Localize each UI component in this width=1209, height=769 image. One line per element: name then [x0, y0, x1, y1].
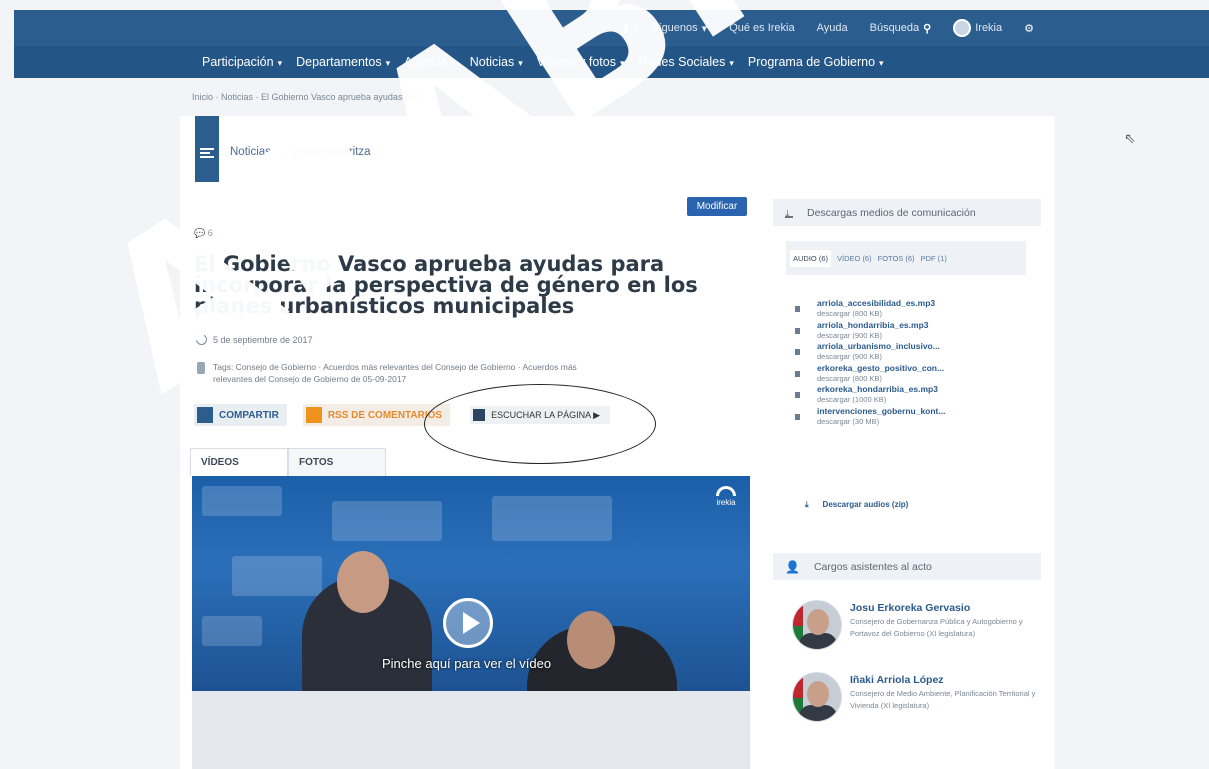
download-icon: ⤓	[805, 500, 809, 509]
tab-pdf[interactable]: PDF (1)	[921, 254, 947, 263]
list-item[interactable]: arriola_urbanismo_inclusivo... descargar …	[795, 341, 1025, 363]
downloads-header: ⤓ Descargas medios de comunicación	[773, 199, 1041, 226]
tags-text[interactable]: Tags: Consejo de Gobierno · Acuerdos más…	[200, 361, 600, 385]
nav-item-participacion[interactable]: Participación ▾	[202, 55, 282, 69]
main-navigation: Participación ▾ Departamentos ▾ Agenda ▾ No…	[14, 46, 1209, 78]
tab-video[interactable]: VÍDEO (6)	[837, 254, 872, 263]
attendee-name[interactable]: Iñaki Arriola López	[850, 674, 944, 686]
person-icon: 👤	[785, 559, 800, 574]
download-icon: ⤓	[785, 208, 793, 220]
tab-audio[interactable]: AUDIO (6)	[790, 249, 832, 267]
list-item[interactable]: arriola_accesibilidad_es.mp3 descargar (8…	[795, 298, 1025, 320]
date-text: 5 de septiembre de 2017	[213, 334, 313, 345]
social-follow[interactable]: f 🐦 Síguenos ▾	[624, 20, 708, 36]
list-item[interactable]: erkoreka_hondarribia_es.mp3 descargar (10…	[795, 384, 1025, 406]
play-icon[interactable]	[443, 598, 493, 648]
article-tags: Tags: Consejo de Gobierno · Acuerdos más…	[197, 361, 600, 385]
share-icon	[197, 407, 213, 423]
audio-file-list: arriola_accesibilidad_es.mp3 descargar (8…	[795, 298, 1025, 427]
attendee-photo[interactable]	[792, 672, 842, 722]
mouse-cursor-icon: ⇖	[1124, 130, 1136, 146]
comment-count-value[interactable]: 6	[208, 228, 213, 238]
tab-fotos-dl[interactable]: FOTOS (6)	[878, 254, 915, 263]
tab-videos[interactable]: VÍDEOS	[190, 448, 288, 476]
page-title: El Gobierno Vasco aprueba ayudas para in…	[194, 252, 698, 318]
download-zip-link[interactable]: ⤓ Descargar audios (zip)	[805, 500, 908, 510]
user-menu[interactable]: Irekia	[953, 19, 1002, 37]
nav-item-agenda[interactable]: Agenda ▾	[404, 55, 456, 69]
share-label[interactable]: COMPARTIR	[219, 410, 279, 421]
breadcrumb[interactable]: Inicio · Noticias · El Gobierno Vasco ap…	[192, 92, 430, 102]
highlight-ellipse	[424, 384, 656, 464]
irekia-logo: irekia	[716, 486, 736, 507]
speaker-icon	[795, 349, 800, 355]
section-links: Noticias Lehendakaritza	[230, 146, 371, 160]
about-link[interactable]: Qué es Irekia	[729, 22, 794, 34]
search-icon[interactable]: ⚲	[923, 22, 931, 35]
attendee-role: Consejero de Gobernanza Pública y Autogo…	[850, 617, 1023, 638]
attendee-role: Consejero de Medio Ambiente, Planificaci…	[850, 689, 1036, 710]
attendee-name[interactable]: Josu Erkoreka Gervasio	[850, 602, 970, 614]
backdrop-panel	[332, 501, 442, 541]
search-label[interactable]: Búsqueda	[870, 22, 920, 34]
speaker-icon	[795, 413, 800, 420]
nav-item-redes-sociales[interactable]: Redes Sociales ▾	[639, 55, 734, 69]
list-item[interactable]: erkoreka_gesto_positivo_con... descargar …	[795, 363, 1025, 385]
follow-label[interactable]: Síguenos	[651, 22, 697, 34]
list-icon	[200, 148, 214, 158]
list-item[interactable]: arriola_hondarribia_es.mp3 descargar (900…	[795, 320, 1025, 342]
user-name[interactable]: Irekia	[975, 22, 1002, 34]
backdrop-panel	[232, 556, 322, 596]
speaker-right-head	[567, 611, 615, 669]
press-desk	[192, 691, 750, 769]
edit-button[interactable]: Modificar	[687, 197, 747, 216]
nav-item-programa-gobierno[interactable]: Programa de Gobierno ▾	[748, 55, 884, 69]
share-button[interactable]: COMPARTIR	[194, 404, 287, 426]
list-item[interactable]: intervenciones_gobernu_kont... descargar …	[795, 406, 1025, 428]
media-tabs: VÍDEOS FOTOS	[190, 448, 386, 476]
attendee-photo[interactable]	[792, 600, 842, 650]
section-link-noticias[interactable]: Noticias	[230, 146, 271, 160]
video-player[interactable]: Pinche aquí para ver el vídeo irekia	[192, 476, 750, 769]
speaker-icon	[795, 370, 800, 377]
download-tabs: AUDIO (6) VÍDEO (6) FOTOS (6) PDF (1)	[786, 241, 1026, 275]
avatar[interactable]	[953, 19, 972, 37]
backdrop-panel	[202, 616, 262, 646]
video-caption[interactable]: Pinche aquí para ver el vídeo	[382, 656, 551, 671]
speaker-left-head	[337, 551, 389, 613]
chevron-down-icon: ▾	[701, 22, 708, 35]
twitter-icon[interactable]: 🐦	[632, 21, 647, 35]
divider	[280, 146, 282, 160]
attendee-card[interactable]: Iñaki Arriola López Consejero de Medio A…	[792, 672, 1035, 732]
speaker-icon	[795, 392, 800, 398]
article-date: 5 de septiembre de 2017	[196, 334, 313, 345]
tab-fotos[interactable]: FOTOS	[288, 448, 386, 476]
downloads-heading: Descargas medios de comunicación	[807, 206, 976, 219]
speaker-icon	[795, 327, 800, 334]
attendees-heading: Cargos asistentes al acto	[813, 560, 932, 573]
search-link[interactable]: Búsqueda ⚲	[870, 22, 932, 35]
rss-icon	[305, 407, 322, 423]
gear-icon[interactable]: ⚙	[1024, 22, 1034, 35]
top-utility-bar: f 🐦 Síguenos ▾ Qué es Irekia Ayuda Búsqu…	[14, 10, 1209, 46]
backdrop-panel	[202, 486, 282, 516]
zip-label[interactable]: Descargar audios (zip)	[823, 500, 909, 510]
speaker-icon	[795, 306, 800, 312]
comment-icon: 💬	[194, 228, 206, 238]
nav-item-videos-fotos[interactable]: Vídeos y fotos ▾	[537, 55, 625, 69]
help-link[interactable]: Ayuda	[817, 22, 848, 34]
nav-item-noticias[interactable]: Noticias ▾	[470, 55, 523, 69]
backdrop-panel	[492, 496, 612, 541]
attendees-header: 👤 Cargos asistentes al acto	[773, 553, 1041, 580]
section-marker	[195, 116, 219, 182]
nav-item-departamentos[interactable]: Departamentos ▾	[296, 55, 390, 69]
section-link-lehendakaritza[interactable]: Lehendakaritza	[292, 146, 371, 160]
facebook-icon[interactable]: f	[624, 20, 629, 36]
attendee-card[interactable]: Josu Erkoreka Gervasio Consejero de Gobe…	[792, 600, 1032, 660]
clock-icon	[196, 334, 207, 345]
comment-count[interactable]: 💬 6	[194, 228, 213, 239]
tag-icon	[197, 362, 205, 374]
